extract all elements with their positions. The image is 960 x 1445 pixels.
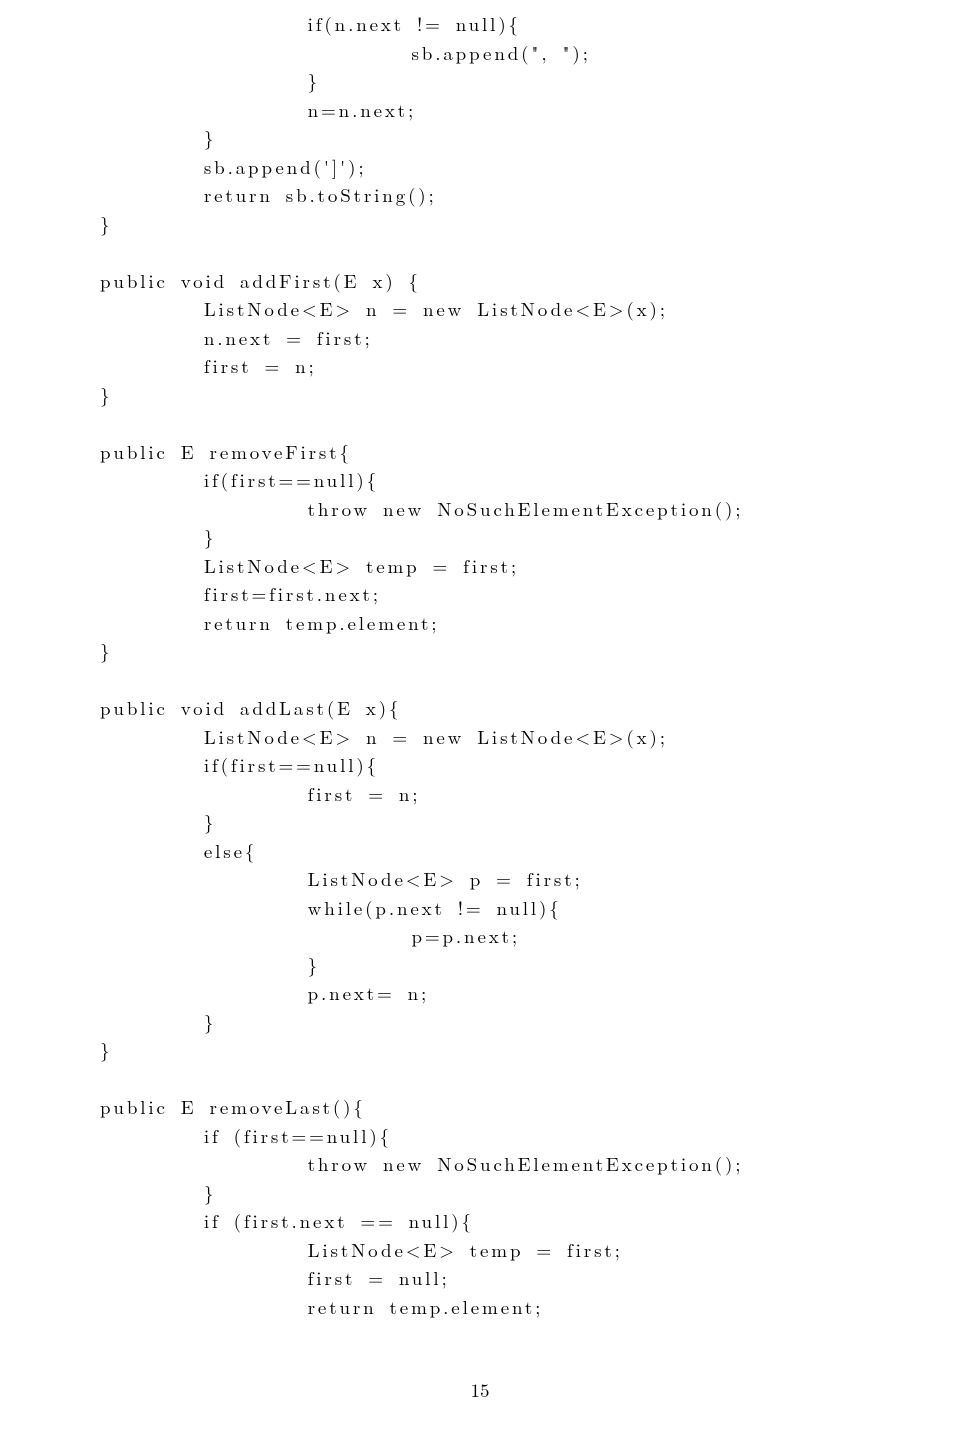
page-number: 15 <box>100 1376 860 1405</box>
code-listing: if(n.next != null){ sb.append(", "); } n… <box>100 10 860 1321</box>
page-container: if(n.next != null){ sb.append(", "); } n… <box>0 0 960 1445</box>
